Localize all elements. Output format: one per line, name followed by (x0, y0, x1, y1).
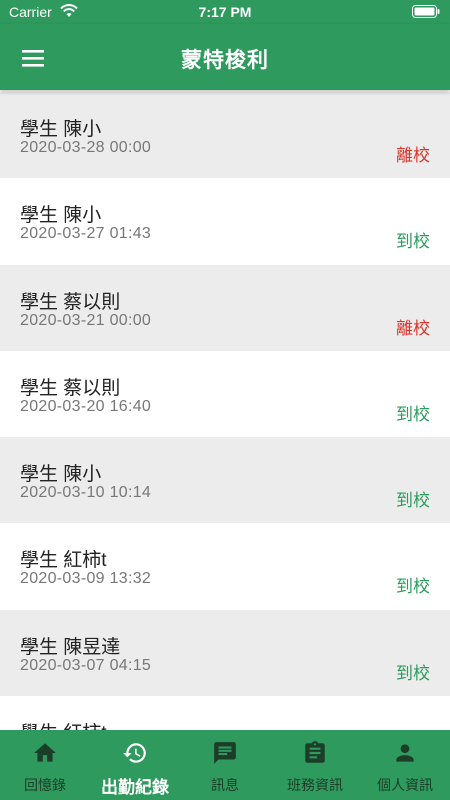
status-label: 離校 (396, 318, 430, 338)
app-bar: 蒙特梭利 (0, 24, 450, 90)
clipboard-icon (302, 740, 328, 771)
record-time: 2020-03-21 00:00 (20, 311, 152, 329)
attendance-row[interactable]: 學生 蔡以則 2020-03-20 16:40 到校 (0, 351, 450, 437)
attendance-row[interactable]: 學生 紅柿t (0, 696, 450, 730)
record-time: 2020-03-10 10:14 (20, 484, 152, 502)
tab-attendance[interactable]: 出勤紀錄 (90, 730, 180, 800)
student-name: 學生 陳小 (20, 464, 102, 486)
attendance-row[interactable]: 學生 陳小 2020-03-10 10:14 到校 (0, 437, 450, 524)
record-time: 2020-03-20 16:40 (20, 397, 152, 415)
tab-label: 回憶錄 (24, 777, 66, 793)
student-name: 學生 陳小 (20, 205, 102, 227)
battery-icon (412, 5, 440, 23)
bottom-tab-bar: 回憶錄 出勤紀錄 訊息 班務資訊 個人資訊 (0, 730, 450, 800)
history-icon (122, 740, 148, 771)
home-icon (32, 740, 58, 771)
message-icon (212, 740, 238, 771)
record-time: 2020-03-07 04:15 (20, 656, 152, 674)
attendance-row[interactable]: 學生 陳昱達 2020-03-07 04:15 到校 (0, 609, 450, 697)
attendance-row[interactable]: 學生 陳小 2020-03-27 01:43 到校 (0, 178, 450, 264)
record-time: 2020-03-27 01:43 (20, 225, 152, 243)
status-label: 離校 (396, 146, 430, 165)
student-name: 學生 陳小 (20, 119, 102, 140)
student-name: 學生 陳昱達 (20, 636, 121, 658)
record-time: 2020-03-09 13:32 (20, 570, 152, 588)
tab-profile[interactable]: 個人資訊 (360, 730, 450, 800)
attendance-row[interactable]: 學生 紅柿t 2020-03-09 13:32 到校 (0, 523, 450, 609)
record-time: 2020-03-28 00:00 (20, 139, 152, 156)
status-bar: Carrier 7:17 PM (0, 0, 450, 24)
student-name: 學生 蔡以則 (20, 291, 121, 313)
tab-label: 班務資訊 (287, 777, 343, 793)
person-icon (392, 740, 418, 771)
status-label: 到校 (396, 232, 430, 252)
clock: 7:17 PM (198, 4, 252, 20)
status-label: 到校 (396, 491, 430, 511)
status-label: 到校 (396, 577, 430, 597)
student-name: 學生 蔡以則 (20, 377, 121, 399)
tab-memories[interactable]: 回憶錄 (0, 730, 90, 800)
tab-class-info[interactable]: 班務資訊 (270, 730, 360, 800)
tab-label: 出勤紀錄 (101, 778, 169, 797)
tab-label: 訊息 (211, 777, 239, 793)
attendance-row[interactable]: 學生 蔡以則 2020-03-21 00:00 離校 (0, 264, 450, 351)
tab-label: 個人資訊 (377, 777, 433, 793)
student-name: 學生 紅柿t (20, 550, 107, 572)
status-label: 到校 (396, 663, 430, 683)
attendance-row[interactable]: 學生 陳小 2020-03-28 00:00 離校 (0, 92, 450, 179)
student-name: 學生 紅柿t (20, 718, 107, 730)
page-title: 蒙特梭利 (181, 49, 269, 72)
attendance-list[interactable]: 學生 陳小 2020-03-28 00:00 離校 學生 陳小 2020-03-… (0, 92, 450, 730)
tab-messages[interactable]: 訊息 (180, 730, 270, 800)
status-label: 到校 (396, 404, 430, 424)
